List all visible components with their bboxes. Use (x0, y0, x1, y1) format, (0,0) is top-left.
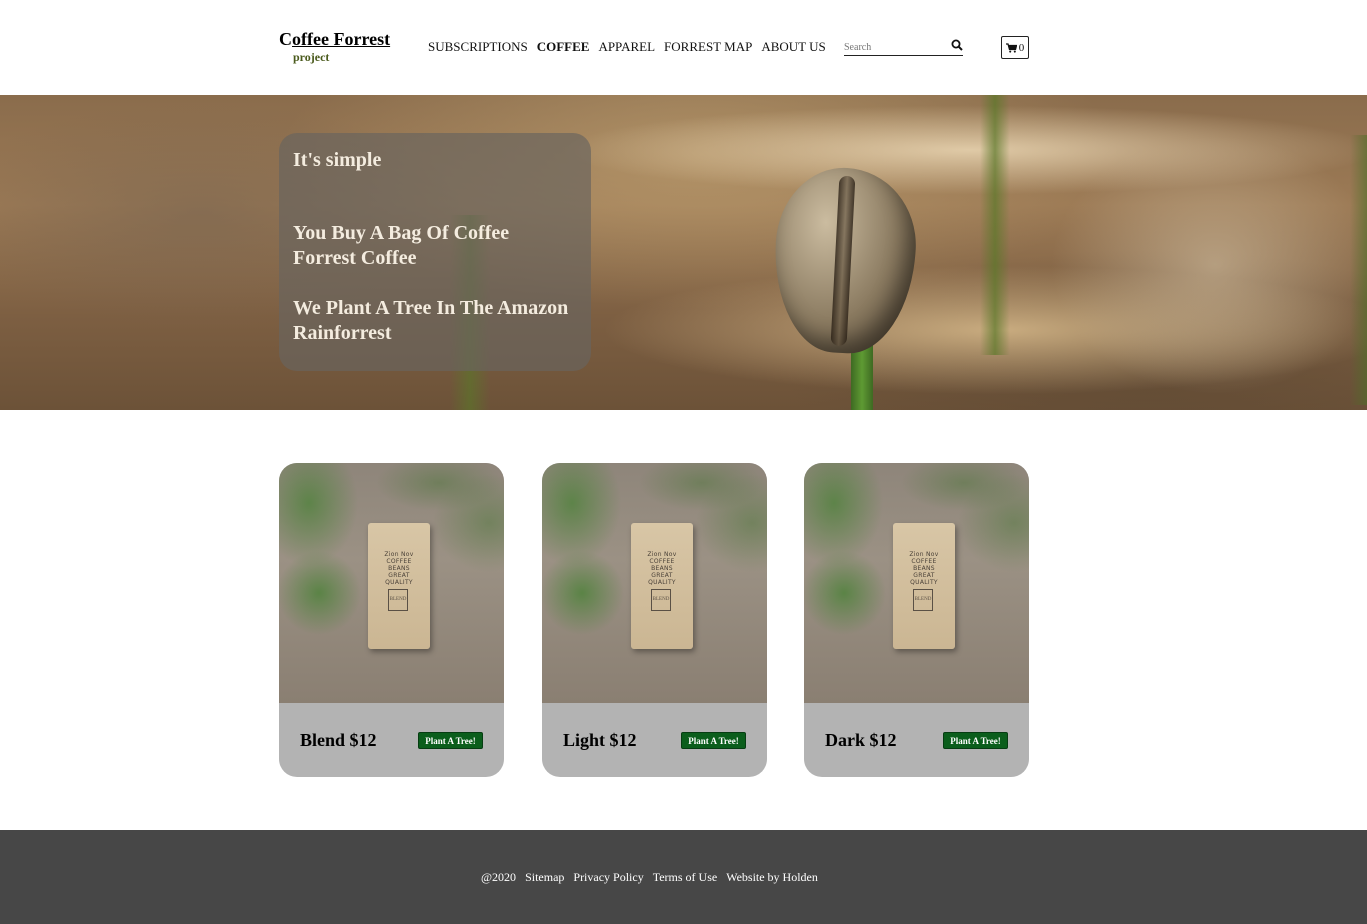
hero-banner: It's simple You Buy A Bag Of Coffee Forr… (0, 95, 1367, 410)
bag-line-beans: BEANS (651, 565, 673, 572)
footer-copyright: @2020 (481, 870, 517, 884)
footer-link-terms-of-use[interactable]: Terms of Use (653, 870, 717, 885)
footer-link-website-by[interactable]: Website by Holden (726, 870, 818, 885)
site-footer: @2020 Sitemap Privacy Policy Terms of Us… (0, 830, 1367, 924)
hero-bg-sprout (980, 95, 1010, 355)
logo[interactable]: Coffee Forrest project (279, 28, 390, 64)
coffee-bag: Zion Nov COFFEE BEANS GREAT QUALITY BLEN… (893, 523, 955, 649)
coffee-bag-label: Zion Nov COFFEE BEANS GREAT QUALITY (899, 551, 949, 586)
hero-line-plant: We Plant A Tree In The Amazon Rainforres… (293, 297, 569, 344)
hero-heading: It's simple (293, 149, 382, 171)
logo-title-first: C (279, 29, 292, 49)
nav-item-forrest-map[interactable]: FORREST MAP (664, 39, 752, 55)
coffee-bag-label: Zion Nov COFFEE BEANS GREAT QUALITY (374, 551, 424, 586)
product-card-dark[interactable]: Zion Nov COFFEE BEANS GREAT QUALITY BLEN… (804, 463, 1029, 777)
product-card-light[interactable]: Zion Nov COFFEE BEANS GREAT QUALITY BLEN… (542, 463, 767, 777)
product-name: Blend $12 (300, 730, 377, 750)
footer-link-privacy-policy[interactable]: Privacy Policy (573, 870, 643, 885)
logo-title[interactable]: Coffee Forrest (279, 29, 390, 49)
bag-line-coffee: COFFEE (911, 558, 937, 565)
coffee-bean-stem (851, 345, 873, 410)
footer-link-sitemap[interactable]: Sitemap (525, 870, 564, 885)
plant-a-tree-button[interactable]: Plant A Tree! (681, 732, 746, 749)
bag-blend-box: BLEND (913, 589, 933, 611)
hero-bg-root-right (1050, 135, 1367, 395)
bag-line-beans: BEANS (913, 565, 935, 572)
product-image[interactable]: Zion Nov COFFEE BEANS GREAT QUALITY BLEN… (279, 463, 504, 703)
nav-item-subscriptions[interactable]: SUBSCRIPTIONS (428, 39, 528, 55)
bag-brand: Zion Nov (647, 551, 677, 558)
hero-message-card: It's simple You Buy A Bag Of Coffee Forr… (279, 133, 591, 371)
product-image[interactable]: Zion Nov COFFEE BEANS GREAT QUALITY BLEN… (542, 463, 767, 703)
coffee-bag: Zion Nov COFFEE BEANS GREAT QUALITY BLEN… (368, 523, 430, 649)
bag-line-quality: GREAT QUALITY (910, 572, 938, 586)
coffee-bag: Zion Nov COFFEE BEANS GREAT QUALITY BLEN… (631, 523, 693, 649)
hero-line-buy: You Buy A Bag Of Coffee Forrest Coffee (293, 222, 510, 269)
footer-links: @2020 Sitemap Privacy Policy Terms of Us… (481, 870, 827, 885)
product-name: Light $12 (563, 730, 637, 750)
nav-item-about-us[interactable]: ABOUT US (761, 39, 825, 55)
bag-line-quality: GREAT QUALITY (385, 572, 413, 586)
bag-brand: Zion Nov (384, 551, 414, 558)
cart-button[interactable]: 0 (1001, 36, 1029, 59)
bag-blend-box: BLEND (388, 589, 408, 611)
search-box (844, 38, 963, 56)
main-nav: SUBSCRIPTIONS COFFEE APPAREL FORREST MAP… (428, 39, 835, 55)
cart-icon (1005, 42, 1017, 53)
bag-line-coffee: COFFEE (649, 558, 675, 565)
nav-item-coffee[interactable]: COFFEE (537, 39, 590, 55)
plant-a-tree-button[interactable]: Plant A Tree! (943, 732, 1008, 749)
plant-a-tree-button[interactable]: Plant A Tree! (418, 732, 483, 749)
product-name: Dark $12 (825, 730, 897, 750)
site-header: Coffee Forrest project SUBSCRIPTIONS COF… (0, 0, 1367, 95)
bag-line-coffee: COFFEE (386, 558, 412, 565)
bag-blend-box: BLEND (651, 589, 671, 611)
product-image[interactable]: Zion Nov COFFEE BEANS GREAT QUALITY BLEN… (804, 463, 1029, 703)
coffee-bag-label: Zion Nov COFFEE BEANS GREAT QUALITY (637, 551, 687, 586)
search-icon[interactable] (951, 39, 963, 51)
logo-subtitle: project (293, 50, 330, 64)
cart-count: 0 (1018, 41, 1025, 54)
bag-line-beans: BEANS (388, 565, 410, 572)
bag-brand: Zion Nov (909, 551, 939, 558)
hero-bg-sprout-right (1350, 135, 1367, 405)
product-card-blend[interactable]: Zion Nov COFFEE BEANS GREAT QUALITY BLEN… (279, 463, 504, 777)
bag-line-quality: GREAT QUALITY (648, 572, 676, 586)
logo-title-rest: offee Forrest (292, 29, 391, 49)
nav-item-apparel[interactable]: APPAREL (598, 39, 655, 55)
search-input[interactable] (844, 39, 944, 55)
